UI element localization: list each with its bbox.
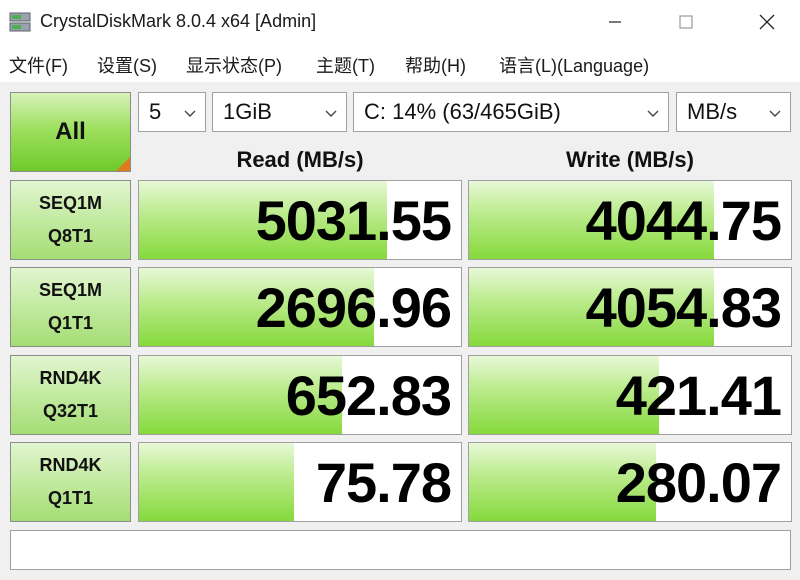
app-icon	[9, 12, 31, 32]
test-button-rnd4k-q1t1[interactable]: RND4K Q1T1	[10, 442, 131, 522]
all-button-label: All	[55, 118, 86, 145]
menu-display[interactable]: 显示状态(P)	[186, 52, 282, 78]
read-result-rnd4k-q1t1: 75.78	[138, 442, 462, 522]
all-button[interactable]: All	[10, 92, 131, 172]
count-value: 5	[149, 99, 162, 124]
unit-value: MB/s	[687, 99, 738, 124]
test-button-seq1m-q1t1[interactable]: SEQ1M Q1T1	[10, 267, 131, 347]
write-value: 4054.83	[585, 275, 782, 339]
test-label-line1: SEQ1M	[38, 193, 103, 213]
write-result-rnd4k-q32t1: 421.41	[468, 355, 792, 435]
test-button-rnd4k-q32t1[interactable]: RND4K Q32T1	[10, 355, 131, 435]
test-label-line2: Q1T1	[47, 488, 94, 508]
test-label-line1: RND4K	[39, 455, 102, 475]
unit-select[interactable]: MB/s	[676, 92, 791, 132]
test-label-line1: SEQ1M	[38, 280, 103, 300]
window-title: CrystalDiskMark 8.0.4 x64 [Admin]	[40, 11, 317, 31]
maximize-button[interactable]	[663, 0, 709, 44]
close-icon	[759, 14, 775, 30]
menu-theme[interactable]: 主题(T)	[316, 52, 375, 78]
read-value: 75.78	[315, 450, 452, 514]
count-select[interactable]: 5	[138, 92, 206, 132]
menu-help[interactable]: 帮助(H)	[405, 52, 466, 78]
drive-select[interactable]: C: 14% (63/465GiB)	[353, 92, 669, 132]
maximize-icon	[679, 15, 693, 29]
size-value: 1GiB	[223, 99, 272, 124]
chevron-down-icon	[647, 110, 659, 117]
chevron-down-icon	[769, 110, 781, 117]
test-label-line2: Q8T1	[47, 226, 94, 246]
read-header: Read (MB/s)	[236, 147, 364, 172]
test-label-line1: RND4K	[39, 368, 102, 388]
read-value: 2696.96	[255, 275, 452, 339]
menu-language[interactable]: 语言(L)(Language)	[499, 52, 649, 78]
write-value: 4044.75	[585, 188, 782, 252]
minimize-button[interactable]	[592, 0, 638, 44]
test-button-seq1m-q8t1[interactable]: SEQ1M Q8T1	[10, 180, 131, 260]
write-value: 280.07	[615, 450, 782, 514]
title-bar: CrystalDiskMark 8.0.4 x64 [Admin]	[0, 0, 800, 44]
test-label-line2: Q1T1	[47, 313, 94, 333]
write-result-seq1m-q1t1: 4054.83	[468, 267, 792, 347]
read-value: 652.83	[285, 363, 452, 427]
chevron-down-icon	[325, 110, 337, 117]
read-result-seq1m-q8t1: 5031.55	[138, 180, 462, 260]
menu-file[interactable]: 文件(F)	[9, 52, 68, 78]
comment-field[interactable]	[10, 530, 791, 570]
read-result-rnd4k-q32t1: 652.83	[138, 355, 462, 435]
test-label-line2: Q32T1	[42, 401, 99, 421]
menu-settings[interactable]: 设置(S)	[97, 52, 157, 78]
chevron-down-icon	[184, 110, 196, 117]
drive-value: C: 14% (63/465GiB)	[364, 99, 561, 124]
write-value: 421.41	[615, 363, 782, 427]
corner-marker	[116, 157, 130, 171]
menu-bar: 文件(F) 设置(S) 显示状态(P) 主题(T) 帮助(H) 语言(L)(La…	[0, 44, 800, 82]
write-header: Write (MB/s)	[566, 147, 694, 172]
minimize-icon	[609, 21, 621, 23]
write-result-seq1m-q8t1: 4044.75	[468, 180, 792, 260]
close-button[interactable]	[744, 0, 790, 44]
write-result-rnd4k-q1t1: 280.07	[468, 442, 792, 522]
size-select[interactable]: 1GiB	[212, 92, 347, 132]
read-value: 5031.55	[255, 188, 452, 252]
read-result-seq1m-q1t1: 2696.96	[138, 267, 462, 347]
read-bar	[139, 443, 294, 521]
